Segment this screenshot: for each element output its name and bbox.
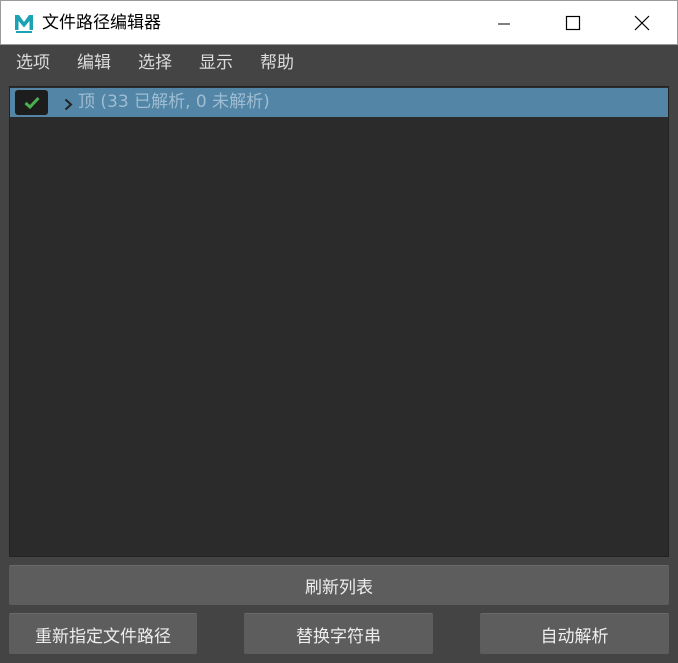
menu-bar: 选项 编辑 选择 显示 帮助 [0, 45, 678, 83]
remap-file-path-button[interactable]: 重新指定文件路径 [9, 613, 197, 654]
check-icon [24, 96, 40, 109]
minimize-button[interactable] [469, 1, 539, 45]
close-icon [634, 15, 650, 31]
window-title: 文件路径编辑器 [42, 13, 161, 33]
resolved-checkbox[interactable] [15, 90, 48, 115]
replace-string-button[interactable]: 替换字符串 [244, 613, 433, 654]
menu-options[interactable]: 选项 [16, 52, 50, 74]
title-bar[interactable]: 文件路径编辑器 [0, 0, 678, 45]
menu-edit[interactable]: 编辑 [77, 52, 111, 74]
minimize-icon [498, 23, 510, 25]
tree-root-label: 顶 (33 已解析, 0 未解析) [78, 92, 270, 112]
close-button[interactable] [607, 1, 677, 45]
menu-display[interactable]: 显示 [199, 52, 233, 74]
maximize-button[interactable] [538, 1, 608, 45]
refresh-list-button[interactable]: 刷新列表 [9, 565, 669, 605]
tree-row-root[interactable]: 顶 (33 已解析, 0 未解析) [10, 88, 668, 117]
auto-resolve-button[interactable]: 自动解析 [480, 613, 669, 654]
menu-select[interactable]: 选择 [138, 52, 172, 74]
maximize-icon [565, 15, 581, 31]
maya-logo-icon [13, 12, 35, 34]
file-tree-panel[interactable]: 顶 (33 已解析, 0 未解析) [9, 86, 669, 557]
expand-arrow-icon[interactable] [64, 96, 73, 115]
menu-help[interactable]: 帮助 [260, 52, 294, 74]
